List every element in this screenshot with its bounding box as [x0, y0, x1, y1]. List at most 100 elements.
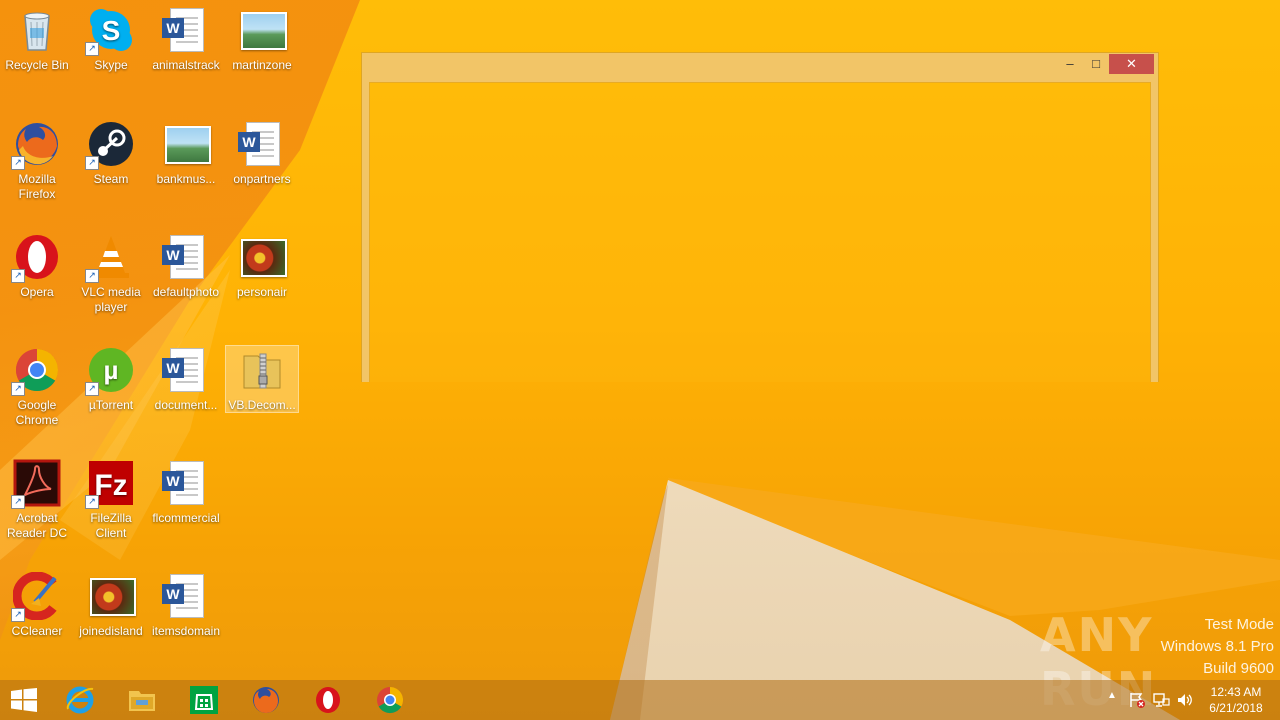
desktop-icon-joinedisland[interactable]: joinedisland: [75, 572, 147, 639]
shortcut-arrow-icon: ↗: [85, 156, 99, 170]
desktop-icon-document[interactable]: W document...: [150, 346, 222, 413]
shortcut-arrow-icon: ↗: [85, 495, 99, 509]
window-client-area[interactable]: [369, 82, 1151, 382]
windows-logo-icon: [11, 688, 37, 712]
icon-label: Acrobat Reader DC: [6, 511, 68, 540]
desktop-icon-firefox[interactable]: ↗ Mozilla Firefox: [1, 120, 73, 202]
word-document-icon: W: [162, 459, 210, 507]
windows-edition-text: Windows 8.1 Pro: [1160, 638, 1274, 655]
utorrent-icon: µ ↗: [85, 346, 135, 396]
icon-label: martinzone: [232, 58, 292, 72]
windows-watermark: Test Mode Windows 8.1 Pro Build 9600: [1161, 614, 1274, 680]
desktop-icon-defaultphoto[interactable]: W defaultphoto: [150, 233, 222, 300]
opera-icon: ↗: [11, 233, 61, 283]
icon-label: Mozilla Firefox: [18, 172, 56, 201]
desktop-icon-steam[interactable]: ↗ Steam: [75, 120, 147, 187]
acrobat-reader-icon: ↗: [11, 459, 61, 509]
desktop-icon-acrobat-reader[interactable]: ↗ Acrobat Reader DC: [1, 459, 73, 541]
icon-label: Opera: [20, 285, 54, 299]
chrome-icon: ↗: [11, 346, 61, 396]
word-document-icon: W: [162, 6, 210, 54]
window-frame-right: [1151, 82, 1158, 382]
icon-label: VLC media player: [81, 285, 141, 314]
action-center-flag-icon[interactable]: [1128, 691, 1146, 709]
icon-label: VB.Decom...: [228, 398, 296, 412]
desktop-icon-personair[interactable]: personair: [226, 233, 298, 300]
icon-label: defaultphoto: [152, 285, 220, 299]
image-file-icon: [162, 120, 211, 168]
icon-label: Skype: [94, 58, 128, 72]
image-file-icon: [238, 6, 287, 54]
icon-label: FileZilla Client: [90, 511, 132, 540]
skype-icon: S ↗: [85, 6, 135, 56]
desktop-icon-opera[interactable]: ↗ Opera: [1, 233, 73, 300]
svg-text:S: S: [102, 15, 121, 46]
store-icon: [190, 686, 218, 714]
desktop-icon-ccleaner[interactable]: ↗ CCleaner: [1, 571, 73, 639]
recycle-bin-icon: [13, 6, 61, 54]
vlc-icon: ↗: [85, 233, 135, 283]
taskbar: ▲ 12:43 AM 6/21/2018: [0, 680, 1280, 720]
svg-text:µ: µ: [104, 355, 119, 385]
shortcut-arrow-icon: ↗: [11, 382, 25, 396]
test-mode-text: Test Mode: [1204, 616, 1274, 633]
icon-label: onpartners: [233, 172, 291, 186]
word-document-icon: W: [162, 346, 210, 394]
internet-explorer-icon: [66, 686, 94, 714]
desktop-icon-animalstrack[interactable]: W animalstrack: [150, 6, 222, 73]
shortcut-arrow-icon: ↗: [11, 495, 25, 509]
icon-label: joinedisland: [79, 624, 143, 638]
taskbar-chrome[interactable]: [360, 680, 422, 720]
clock-date: 6/21/2018: [1209, 701, 1263, 715]
window-frame-left: [362, 82, 369, 382]
desktop-icon-google-chrome[interactable]: ↗ Google Chrome: [1, 346, 73, 428]
desktop-icon-martinzone[interactable]: martinzone: [226, 6, 298, 73]
taskbar-internet-explorer[interactable]: [50, 680, 112, 720]
filezilla-icon: Fz ↗: [85, 459, 135, 509]
desktop-icon-utorrent[interactable]: µ ↗ µTorrent: [75, 346, 147, 413]
system-clock[interactable]: 12:43 AM 6/21/2018: [1198, 684, 1274, 716]
taskbar-firefox[interactable]: [236, 680, 298, 720]
icon-label: CCleaner: [11, 624, 63, 638]
icon-label: Google Chrome: [15, 398, 59, 427]
desktop-icon-onpartners[interactable]: W onpartners: [226, 120, 298, 187]
clock-time: 12:43 AM: [1210, 685, 1262, 699]
desktop-icon-vb-decom[interactable]: VB.Decom...: [225, 345, 299, 413]
taskbar-opera[interactable]: [298, 680, 360, 720]
maximize-button[interactable]: □: [1083, 54, 1109, 74]
icon-label: animalstrack: [152, 58, 220, 72]
shortcut-arrow-icon: ↗: [85, 269, 99, 283]
empty-application-window[interactable]: – □ ✕: [361, 52, 1159, 382]
shortcut-arrow-icon: ↗: [11, 156, 25, 170]
network-icon[interactable]: [1152, 691, 1170, 709]
start-button[interactable]: [0, 680, 50, 720]
taskbar-file-explorer[interactable]: [112, 680, 174, 720]
shortcut-arrow-icon: ↗: [11, 608, 25, 622]
window-titlebar[interactable]: – □ ✕: [362, 53, 1158, 82]
ccleaner-icon: ↗: [11, 571, 61, 622]
desktop-icon-itemsdomain[interactable]: W itemsdomain: [150, 572, 222, 639]
zip-folder-icon: [238, 346, 286, 394]
icon-label: document...: [154, 398, 218, 412]
minimize-button[interactable]: –: [1057, 54, 1083, 74]
opera-icon: [316, 687, 340, 713]
desktop-icon-filezilla[interactable]: Fz ↗ FileZilla Client: [75, 459, 147, 541]
shortcut-arrow-icon: ↗: [85, 42, 99, 56]
desktop-icon-flcommercial[interactable]: W flcommercial: [150, 459, 222, 526]
desktop-icon-bankmus[interactable]: bankmus...: [150, 120, 222, 187]
word-document-icon: W: [162, 233, 210, 281]
desktop-icon-recycle-bin[interactable]: Recycle Bin: [1, 6, 73, 73]
icon-label: Steam: [93, 172, 129, 186]
file-explorer-icon: [129, 691, 155, 711]
close-button[interactable]: ✕: [1109, 54, 1154, 74]
taskbar-store[interactable]: [174, 680, 236, 720]
show-hidden-icons-button[interactable]: ▲: [1107, 690, 1117, 701]
firefox-icon: [253, 687, 279, 713]
icon-label: personair: [236, 285, 288, 299]
icon-label: Recycle Bin: [5, 58, 69, 72]
desktop-icon-skype[interactable]: S ↗ Skype: [75, 6, 147, 73]
build-number-text: Build 9600: [1203, 660, 1274, 677]
desktop-icon-vlc[interactable]: ↗ VLC media player: [75, 233, 147, 315]
volume-icon[interactable]: [1176, 691, 1194, 709]
image-file-icon: [238, 233, 287, 281]
